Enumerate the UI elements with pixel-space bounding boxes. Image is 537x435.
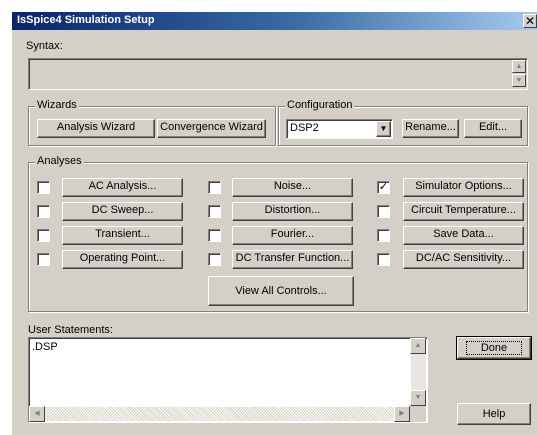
noise-checkbox[interactable] <box>208 181 221 194</box>
noise-button[interactable]: Noise... <box>232 178 353 197</box>
scroll-up-arrow-icon[interactable]: ▲ <box>410 338 426 354</box>
analysis-wizard-button[interactable]: Analysis Wizard <box>37 119 155 138</box>
scroll-left-arrow-icon[interactable]: ◀ <box>29 406 45 422</box>
convergence-wizard-button[interactable]: Convergence Wizard <box>157 119 266 138</box>
scroll-right-arrow-icon[interactable]: ▶ <box>394 406 410 422</box>
save-data-button[interactable]: Save Data... <box>403 226 524 245</box>
operating-point-button[interactable]: Operating Point... <box>62 250 183 269</box>
wizards-group-label: Wizards <box>35 99 79 111</box>
save-data-checkbox[interactable] <box>377 229 390 242</box>
syntax-field[interactable] <box>28 58 528 90</box>
ac-analysis-button[interactable]: AC Analysis... <box>62 178 183 197</box>
simulation-setup-dialog: IsSpice4 Simulation Setup ✕ Syntax: ▲ ▼ … <box>12 12 537 435</box>
horizontal-scroll-track[interactable] <box>45 407 395 421</box>
rename-button[interactable]: Rename... <box>402 119 459 138</box>
simulator-options-button[interactable]: Simulator Options... <box>403 178 524 197</box>
dropdown-arrow-icon[interactable]: ▼ <box>376 121 391 137</box>
fourier-checkbox[interactable] <box>208 229 221 242</box>
transient-checkbox[interactable] <box>37 229 50 242</box>
operating-point-checkbox[interactable] <box>37 253 50 266</box>
user-statements-text: .DSP <box>32 341 58 353</box>
analyses-group-label: Analyses <box>35 155 84 167</box>
user-statements-label: User Statements: <box>28 324 113 336</box>
dc-transfer-function-button[interactable]: DC Transfer Function... <box>232 250 353 269</box>
configuration-group-label: Configuration <box>285 99 355 111</box>
dc-ac-sensitivity-checkbox[interactable] <box>377 253 390 266</box>
dc-sweep-checkbox[interactable] <box>37 205 50 218</box>
scroll-corner <box>410 406 426 422</box>
distortion-checkbox[interactable] <box>208 205 221 218</box>
window-title: IsSpice4 Simulation Setup <box>17 14 155 26</box>
help-button[interactable]: Help <box>457 403 531 425</box>
done-button[interactable]: Done <box>456 336 532 360</box>
scroll-down-arrow-icon[interactable]: ▼ <box>512 74 526 87</box>
close-icon[interactable]: ✕ <box>523 14 537 28</box>
syntax-label: Syntax: <box>26 40 63 52</box>
scroll-down-arrow-icon[interactable]: ▼ <box>410 390 426 406</box>
checkmark-icon: ✓ <box>378 181 389 193</box>
configuration-selected: DSP2 <box>290 122 319 134</box>
circuit-temperature-button[interactable]: Circuit Temperature... <box>403 202 524 221</box>
fourier-button[interactable]: Fourier... <box>232 226 353 245</box>
done-button-label: Done <box>465 341 523 355</box>
dc-transfer-function-checkbox[interactable] <box>208 253 221 266</box>
distortion-button[interactable]: Distortion... <box>232 202 353 221</box>
circuit-temperature-checkbox[interactable] <box>377 205 390 218</box>
dc-ac-sensitivity-button[interactable]: DC/AC Sensitivity... <box>403 250 524 269</box>
simulator-options-checkbox[interactable]: ✓ <box>377 181 390 194</box>
scroll-up-arrow-icon[interactable]: ▲ <box>512 60 526 73</box>
view-all-controls-button[interactable]: View All Controls... <box>208 276 354 306</box>
ac-analysis-checkbox[interactable] <box>37 181 50 194</box>
dc-sweep-button[interactable]: DC Sweep... <box>62 202 183 221</box>
title-bar: IsSpice4 Simulation Setup ✕ <box>12 12 537 30</box>
transient-button[interactable]: Transient... <box>62 226 183 245</box>
edit-button[interactable]: Edit... <box>464 119 522 138</box>
